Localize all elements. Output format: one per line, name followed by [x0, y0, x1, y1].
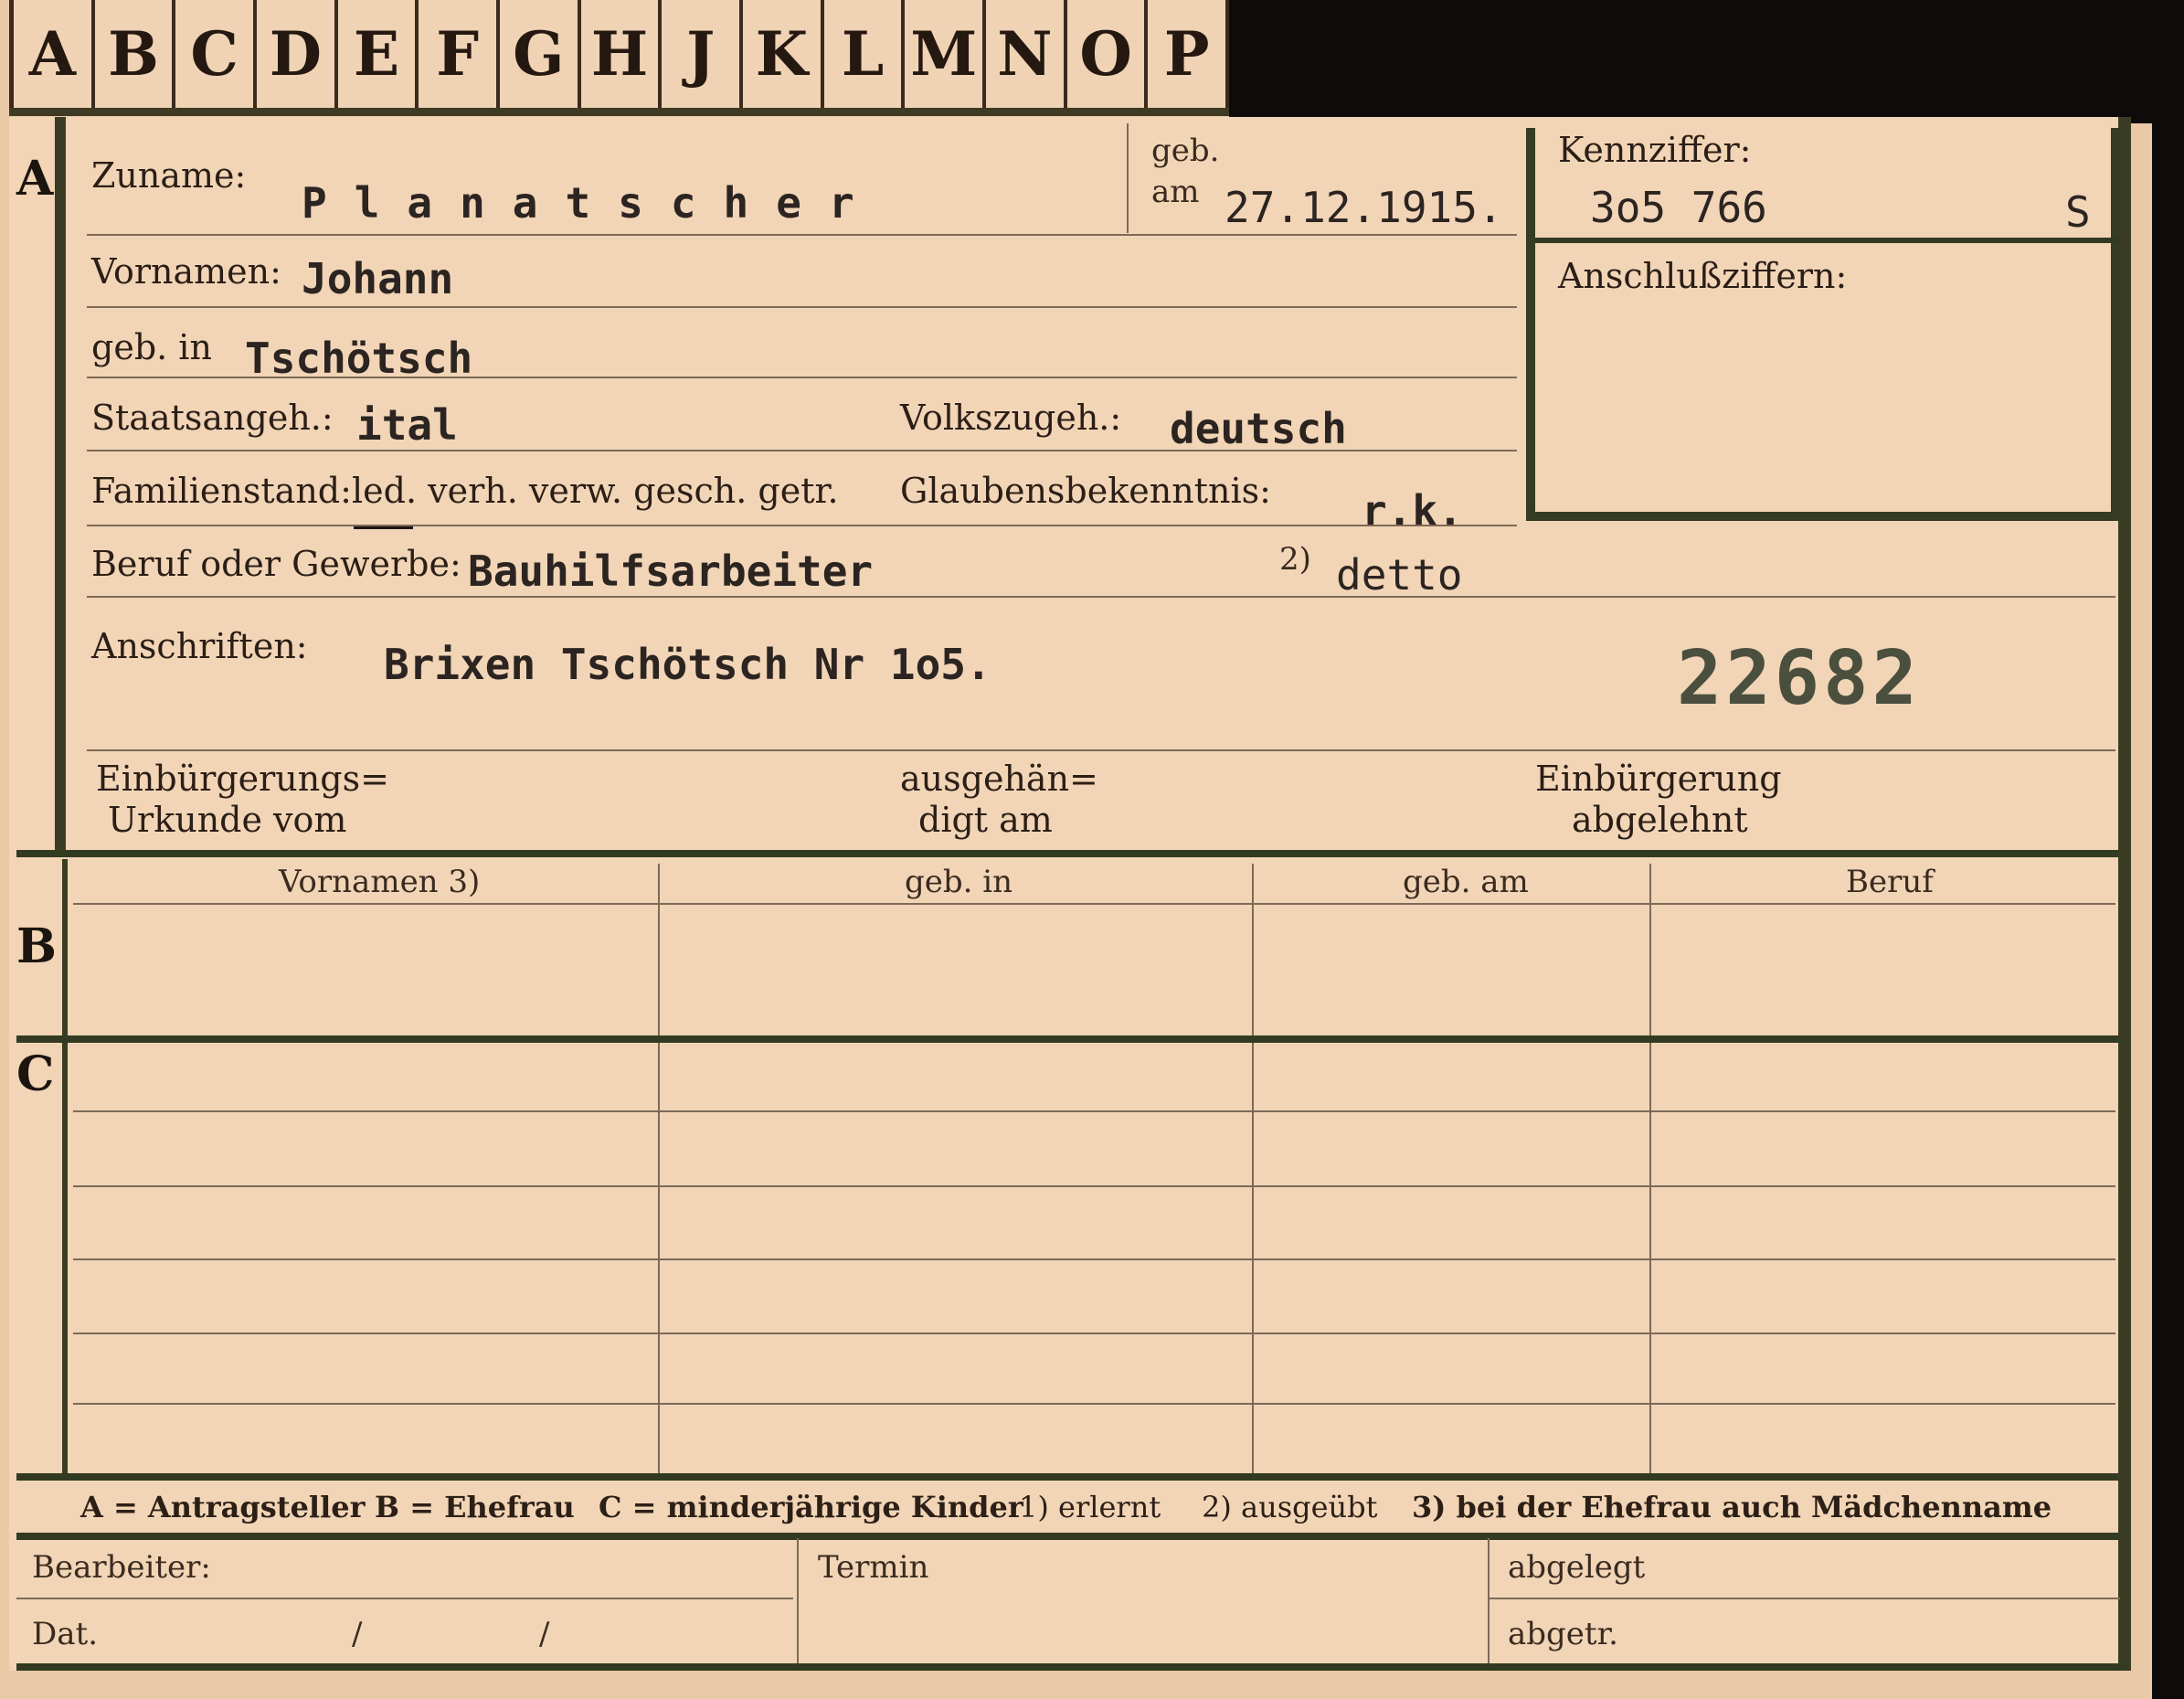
- section-c-letter: C: [16, 1046, 55, 1102]
- am-label: am: [1151, 174, 1200, 210]
- tab-l[interactable]: L: [823, 0, 906, 108]
- beruf-footnote-2: 2): [1279, 541, 1311, 578]
- beruf-rule: [87, 596, 2115, 598]
- tab-e[interactable]: E: [337, 0, 419, 108]
- zuname-value[interactable]: Planatscher: [302, 178, 882, 228]
- glaubens-value[interactable]: r.k.: [1362, 486, 1463, 536]
- legend-footnote-3: 3) bei der Ehefrau auch Mädchenname: [1412, 1490, 2052, 1524]
- legend-footnote-1: 1) erlernt: [1019, 1490, 1161, 1524]
- kennziffer-value[interactable]: 3o5 766: [1590, 183, 1767, 232]
- dat-slash-2: /: [539, 1616, 550, 1652]
- zuname-rule: [87, 234, 1517, 236]
- section-bc-left-rule: [62, 859, 68, 1481]
- section-b-row[interactable]: [73, 907, 2115, 1030]
- tab-o[interactable]: O: [1066, 0, 1149, 108]
- tab-a[interactable]: A: [9, 0, 95, 108]
- ausgehaendigt-label-1: ausgehän=: [900, 759, 1098, 799]
- col-vornamen: Vornamen 3): [279, 864, 481, 900]
- kennziffer-rule: [1535, 238, 2120, 243]
- col-geb-am: geb. am: [1403, 864, 1529, 900]
- anschriften-label: Anschriften:: [91, 626, 308, 666]
- abgelegt-rule: [1490, 1598, 2120, 1599]
- section-c-rows[interactable]: [73, 1046, 2115, 1471]
- dat-slash-1: /: [352, 1616, 363, 1652]
- tab-j[interactable]: J: [662, 0, 744, 108]
- footer-bottom-rule: [16, 1663, 2127, 1671]
- geb-in-value[interactable]: Tschötsch: [245, 334, 472, 383]
- bearbeiter-label: Bearbeiter:: [32, 1549, 211, 1586]
- volkszugeh-label: Volkszugeh.:: [900, 398, 1122, 438]
- section-a-letter: A: [16, 151, 54, 207]
- beruf-label: Beruf oder Gewerbe:: [91, 544, 461, 584]
- anschriften-rule: [87, 749, 2115, 751]
- legend-c: C = minderjährige Kinder: [599, 1490, 1023, 1524]
- tab-b[interactable]: B: [94, 0, 176, 108]
- tab-d[interactable]: D: [257, 0, 338, 108]
- background-margin: [1229, 0, 2184, 123]
- tab-c[interactable]: C: [175, 0, 258, 108]
- letter-tabs: A B C D E F G H J K L M N O P: [9, 0, 1230, 114]
- glaubens-label: Glaubensbekenntnis:: [900, 471, 1271, 511]
- einbuergerung-label-2: Urkunde vom: [108, 800, 347, 840]
- staatsangeh-value[interactable]: ital: [356, 400, 458, 450]
- anschriften-value[interactable]: Brixen Tschötsch Nr 1o5.: [384, 640, 991, 689]
- background-edge: [2152, 0, 2184, 1699]
- staatsangeh-rule: [87, 450, 1517, 451]
- footer-divider-2: [1488, 1538, 1490, 1666]
- col-geb-in: geb. in: [905, 864, 1013, 900]
- beruf-ausgeuebt-value[interactable]: detto: [1336, 550, 1462, 600]
- legend-footnote-2: 2) ausgeübt: [1202, 1490, 1378, 1524]
- frame-right-rule: [2118, 117, 2131, 1671]
- dat-label: Dat.: [32, 1616, 99, 1652]
- familienstand-options[interactable]: led. verh. verw. gesch. getr.: [352, 471, 839, 511]
- section-a-bottom-rule: [16, 850, 2118, 857]
- legend-bottom-rule: [16, 1533, 2118, 1540]
- kennziffer-suffix: S: [2065, 187, 2091, 237]
- familienstand-rule: [87, 525, 1517, 526]
- kennziffer-label: Kennziffer:: [1558, 130, 1752, 170]
- tab-n[interactable]: N: [986, 0, 1067, 108]
- section-c-bottom-rule: [16, 1473, 2118, 1481]
- geb-in-label: geb. in: [91, 327, 212, 367]
- tab-g[interactable]: G: [500, 0, 581, 108]
- geb-divider: [1127, 123, 1129, 233]
- abgelehnt-label-2: abgelehnt: [1572, 800, 1748, 840]
- legend-b: B = Ehefrau: [375, 1490, 575, 1524]
- abgelegt-label: abgelegt: [1508, 1549, 1646, 1586]
- vornamen-value[interactable]: Johann: [302, 254, 453, 303]
- tab-p[interactable]: P: [1148, 0, 1230, 108]
- geb-label: geb.: [1151, 133, 1220, 169]
- vornamen-rule: [87, 306, 1517, 308]
- familienstand-label: Familienstand:: [91, 471, 352, 511]
- tab-f[interactable]: F: [419, 0, 501, 108]
- termin-label: Termin: [818, 1549, 929, 1586]
- legend-a: A = Antragsteller: [80, 1490, 366, 1524]
- anschluss-field[interactable]: [1535, 247, 2120, 521]
- tab-m[interactable]: M: [905, 0, 987, 108]
- section-b-bottom-rule: [16, 1035, 2118, 1043]
- volkszugeh-value[interactable]: deutsch: [1170, 404, 1347, 453]
- tab-k[interactable]: K: [743, 0, 824, 108]
- stamp-number: 22682: [1677, 635, 1921, 722]
- footer-divider-1: [797, 1538, 799, 1666]
- einbuergerung-label-1: Einbürgerungs=: [96, 759, 389, 799]
- section-b-header-rule: [73, 903, 2115, 905]
- abgetr-label: abgetr.: [1508, 1616, 1618, 1652]
- ausgehaendigt-label-2: digt am: [918, 800, 1053, 840]
- geb-am-value[interactable]: 27.12.1915.: [1225, 183, 1503, 232]
- tabs-base-rule: [9, 108, 1229, 116]
- geb-in-rule: [87, 377, 1517, 378]
- staatsangeh-label: Staatsangeh.:: [91, 398, 334, 438]
- col-beruf: Beruf: [1846, 864, 1934, 900]
- tab-h[interactable]: H: [580, 0, 663, 108]
- zuname-label: Zuname:: [91, 155, 247, 196]
- vornamen-label: Vornamen:: [91, 251, 281, 292]
- section-b-letter: B: [16, 919, 57, 974]
- bearbeiter-rule: [16, 1598, 793, 1599]
- abgelehnt-label-1: Einbürgerung: [1535, 759, 1782, 799]
- frame-left-rule: [55, 117, 66, 853]
- beruf-value[interactable]: Bauhilfsarbeiter: [468, 547, 873, 596]
